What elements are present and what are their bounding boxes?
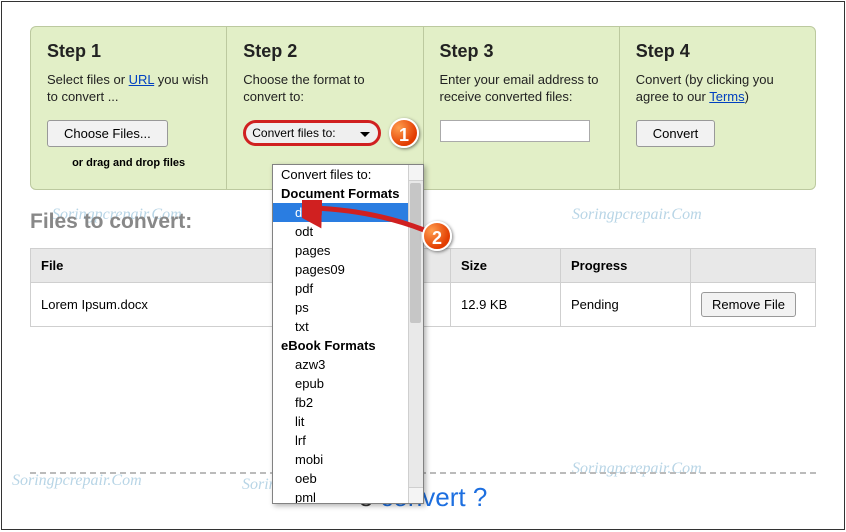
cell-progress: Pending xyxy=(561,282,691,326)
dropdown-item[interactable]: pages09 xyxy=(273,260,423,279)
dropdown-item[interactable]: oeb xyxy=(273,469,423,488)
dropdown-item[interactable]: azw3 xyxy=(273,355,423,374)
dropdown-item[interactable]: txt xyxy=(273,317,423,336)
step-4-desc: Convert (by clicking you agree to our Te… xyxy=(636,72,799,106)
dropdown-item[interactable]: pml xyxy=(273,488,423,504)
col-size: Size xyxy=(451,248,561,282)
terms-link[interactable]: Terms xyxy=(709,89,744,104)
annotation-2-icon: 2 xyxy=(422,221,452,251)
step-2-desc: Choose the format to convert to: xyxy=(243,72,406,106)
cell-size: 12.9 KB xyxy=(451,282,561,326)
dropdown-prompt[interactable]: Convert files to: xyxy=(273,165,423,184)
remove-file-button[interactable]: Remove File xyxy=(701,292,796,317)
format-select-label: Convert files to: xyxy=(246,123,378,143)
dropdown-item[interactable]: mobi xyxy=(273,450,423,469)
step-1: Step 1 Select files or URL you wish to c… xyxy=(31,27,226,189)
url-link[interactable]: URL xyxy=(129,72,155,87)
col-actions xyxy=(691,248,816,282)
step-4-title: Step 4 xyxy=(636,41,799,62)
dropdown-group: eBook Formats xyxy=(273,336,423,355)
col-progress: Progress xyxy=(561,248,691,282)
dropdown-item[interactable]: lit xyxy=(273,412,423,431)
annotation-arrow-icon xyxy=(302,200,432,240)
drag-drop-label: or drag and drop files xyxy=(47,157,210,169)
step-1-title: Step 1 xyxy=(47,41,210,62)
format-select[interactable]: Convert files to: xyxy=(243,120,381,146)
email-field[interactable] xyxy=(440,120,590,142)
dropdown-item[interactable]: fb2 xyxy=(273,393,423,412)
annotation-1-icon: 1 xyxy=(389,118,419,148)
dropdown-item[interactable]: epub xyxy=(273,374,423,393)
dropdown-item[interactable]: ps xyxy=(273,298,423,317)
step-3-title: Step 3 xyxy=(440,41,603,62)
step-1-desc: Select files or URL you wish to convert … xyxy=(47,72,210,106)
step-3-desc: Enter your email address to receive conv… xyxy=(440,72,603,106)
choose-files-button[interactable]: Choose Files... xyxy=(47,120,168,147)
cell-action: Remove File xyxy=(691,282,816,326)
convert-button[interactable]: Convert xyxy=(636,120,716,147)
step-3: Step 3 Enter your email address to recei… xyxy=(423,27,619,189)
app-window: Soringpcrepair.Com Soringpcrepair.Com So… xyxy=(1,1,845,530)
dropdown-item[interactable]: pages xyxy=(273,241,423,260)
step-4: Step 4 Convert (by clicking you agree to… xyxy=(619,27,815,189)
dropdown-item[interactable]: lrf xyxy=(273,431,423,450)
step-2-title: Step 2 xyxy=(243,41,406,62)
dropdown-item[interactable]: pdf xyxy=(273,279,423,298)
